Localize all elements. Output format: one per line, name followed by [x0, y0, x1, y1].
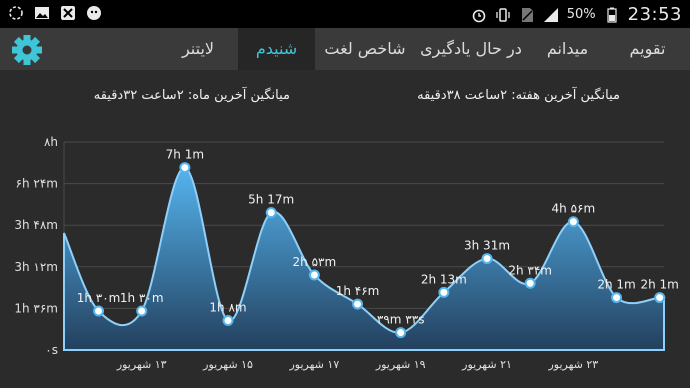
android-icon	[86, 5, 102, 21]
alarm-icon	[471, 7, 487, 23]
data-point[interactable]	[395, 327, 407, 339]
data-point[interactable]	[567, 216, 579, 228]
x-tick-label: ۱۵ شهریور	[202, 358, 253, 371]
data-label: 2h 13m	[421, 272, 467, 286]
gear-icon	[12, 35, 42, 65]
tab-listened[interactable]: شنیدم	[238, 28, 315, 70]
data-point[interactable]	[265, 207, 277, 219]
data-label: 1h ۴۶m	[336, 284, 380, 298]
x-tick-label: ۱۳ شهریور	[116, 358, 167, 371]
data-point[interactable]	[308, 269, 320, 281]
data-point[interactable]	[136, 305, 148, 317]
x-tick-label: ۱۹ شهریور	[375, 358, 426, 371]
tab-calendar[interactable]: تقویم	[610, 28, 685, 70]
data-point[interactable]	[481, 253, 493, 265]
status-bar: 50% 23:53	[0, 0, 690, 28]
clock-time: 23:53	[627, 4, 682, 25]
data-label: 1h ۸m	[209, 301, 246, 315]
y-tick-label: ۶h ۲۴m	[16, 177, 58, 191]
data-label: 2h 1m	[597, 278, 635, 292]
listening-time-chart: 1h ۳۰m 1h ۳۰m 7h 1m 1h ۸m 5h 17m 2h ۵۳m 1h ۴۶m…	[14, 135, 679, 371]
y-tick-label: 1h ۳۶m	[14, 301, 58, 315]
data-label: 3h 31m	[464, 239, 510, 253]
data-point[interactable]	[611, 292, 623, 304]
weekly-average: میانگین آخرین هفته: ۲ساعت ۳۸دقیقه	[417, 88, 620, 103]
vibrate-icon	[495, 7, 511, 23]
settings-button[interactable]	[10, 33, 44, 67]
x-tick-label: ۲۳ شهریور	[547, 358, 598, 371]
data-point[interactable]	[93, 305, 105, 317]
tab-known[interactable]: میدانم	[530, 28, 605, 70]
battery-percent: 50%	[566, 7, 596, 22]
status-right: 50% 23:53	[471, 4, 682, 25]
area-fill	[63, 166, 666, 351]
data-label: 4h ۵۶m	[552, 202, 596, 216]
data-point[interactable]	[654, 292, 666, 304]
y-tick-label: 3h ۴۸m	[14, 218, 58, 232]
monthly-average: میانگین آخرین ماه: ۲ساعت ۳۲دقیقه	[93, 88, 290, 103]
tab-bar: تقویم میدانم در حال یادگیری شاخص لغت شنی…	[0, 28, 690, 70]
y-tick-label: ۸h	[44, 135, 58, 149]
data-point[interactable]	[179, 162, 191, 174]
data-label: 2h 1m	[640, 278, 678, 292]
data-label: 7h 1m	[166, 148, 204, 162]
data-point[interactable]	[222, 315, 234, 327]
data-label: 2h ۳۴m	[508, 263, 552, 277]
data-label: 2h ۵۳m	[293, 255, 337, 269]
y-tick-label: ۰s	[45, 343, 58, 357]
data-label: 1h ۳۰m	[120, 291, 164, 305]
tab-word-index[interactable]: شاخص لغت	[315, 28, 415, 70]
x-tick-label: ۱۷ شهریور	[288, 358, 339, 371]
data-label: ۳۹m ۳۳s	[377, 313, 425, 327]
data-point[interactable]	[352, 298, 364, 310]
no-notify-icon	[60, 5, 76, 21]
data-point[interactable]	[438, 286, 450, 298]
battery-icon	[604, 7, 620, 23]
no-sim-icon	[519, 7, 535, 23]
status-left-icons	[8, 5, 102, 21]
data-label: 5h 17m	[248, 193, 294, 207]
data-label: 1h ۳۰m	[77, 291, 121, 305]
y-tick-label: 3h ۱۲m	[14, 260, 58, 274]
x-tick-label: ۲۱ شهریور	[461, 358, 512, 371]
signal-icon	[543, 7, 559, 23]
tab-leitner[interactable]: لایتنر	[160, 28, 236, 70]
image-icon	[34, 5, 50, 21]
tab-learning[interactable]: در حال یادگیری	[415, 28, 527, 70]
data-point[interactable]	[524, 277, 536, 289]
notification-dots-icon	[8, 5, 24, 21]
